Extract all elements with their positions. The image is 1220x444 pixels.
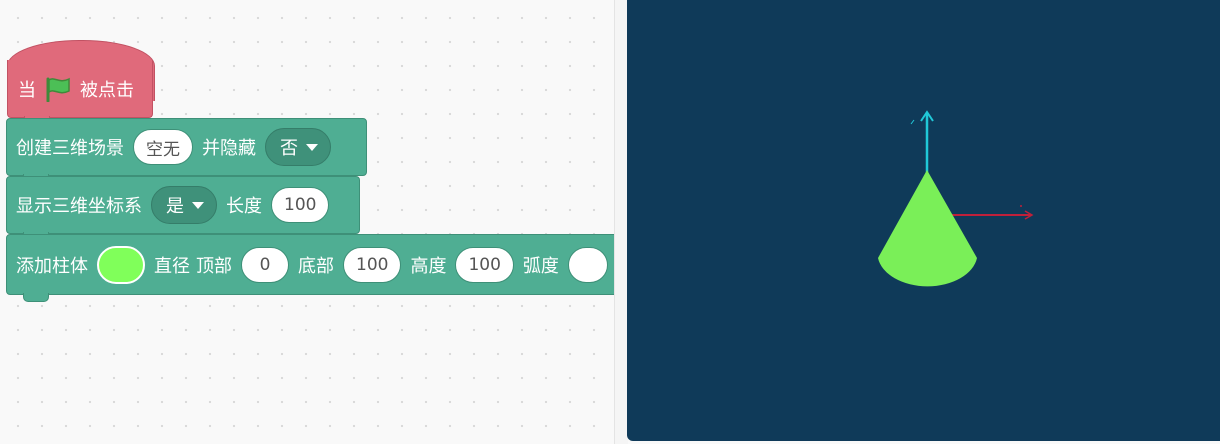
code-workspace[interactable]: 当 被点击 创建三维场景 空无 并隐藏 否 显示三维坐标系 是 长度 100 添… xyxy=(0,0,614,444)
stage-canvas[interactable] xyxy=(627,0,1220,441)
green-flag-icon xyxy=(46,77,70,102)
show-axes-dropdown[interactable]: 是 xyxy=(151,186,217,224)
hide-label: 并隐藏 xyxy=(202,138,256,159)
create-3d-scene-block[interactable]: 创建三维场景 空无 并隐藏 否 xyxy=(6,118,367,183)
block-notch xyxy=(23,293,49,302)
diameter-label: 直径 xyxy=(154,255,190,277)
height-label: 高度 xyxy=(410,255,447,277)
arc-input[interactable] xyxy=(567,246,608,283)
create-scene-label: 创建三维场景 xyxy=(16,138,124,159)
length-label: 长度 xyxy=(226,196,262,217)
green-cone xyxy=(878,170,977,287)
hat-suffix-label: 被点击 xyxy=(80,79,134,101)
show-axes-dropdown-value: 是 xyxy=(166,196,184,217)
when-flag-clicked-block[interactable]: 当 被点击 xyxy=(7,60,153,125)
bottom-label: 底部 xyxy=(298,255,334,277)
bottom-input[interactable]: 100 xyxy=(343,246,402,283)
chevron-down-icon xyxy=(192,201,204,209)
top-input[interactable]: 0 xyxy=(241,246,289,283)
chevron-down-icon xyxy=(306,143,318,151)
show-3d-axes-block[interactable]: 显示三维坐标系 是 长度 100 xyxy=(6,176,360,241)
3d-scene xyxy=(878,110,1034,287)
height-input[interactable]: 100 xyxy=(455,246,514,283)
color-picker-swatch[interactable] xyxy=(97,245,145,284)
panel-divider[interactable] xyxy=(614,0,628,444)
hide-dropdown[interactable]: 否 xyxy=(265,128,331,166)
hat-prefix-label: 当 xyxy=(18,79,36,101)
top-label: 顶部 xyxy=(196,255,232,277)
scene-value-input[interactable]: 空无 xyxy=(133,129,193,165)
hide-dropdown-value: 否 xyxy=(280,138,298,159)
length-input[interactable]: 100 xyxy=(271,187,330,223)
add-cylinder-block[interactable]: 添加柱体 直径 顶部 0 底部 100 高度 100 弧度 xyxy=(6,234,614,302)
add-cylinder-label: 添加柱体 xyxy=(16,255,88,277)
arc-label: 弧度 xyxy=(522,255,559,277)
show-axes-label: 显示三维坐标系 xyxy=(16,196,142,217)
